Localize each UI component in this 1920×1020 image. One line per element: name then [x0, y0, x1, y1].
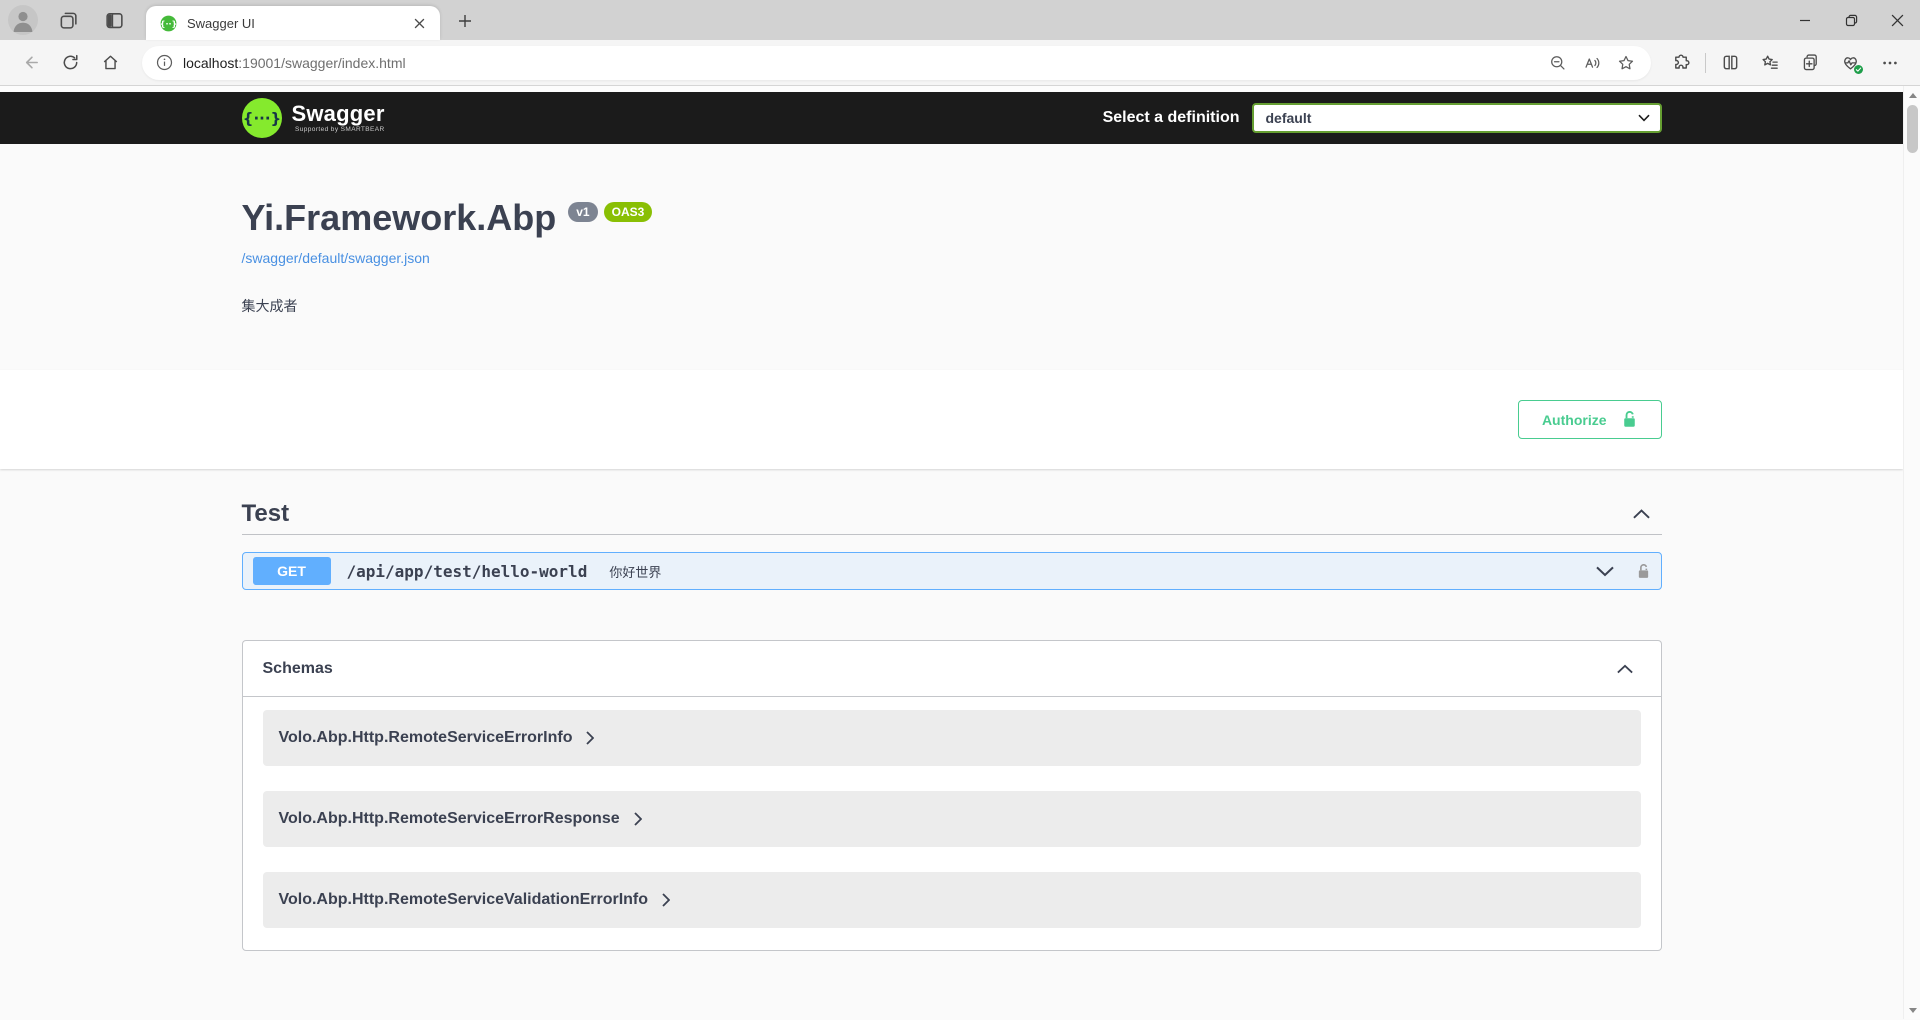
favorite-star-icon[interactable]: [1609, 48, 1643, 78]
api-description: 集大成者: [242, 296, 1662, 316]
browser-toolbar: localhost:19001/swagger/index.html: [0, 40, 1920, 86]
scheme-container: Authorize: [0, 370, 1903, 469]
definition-select-label: Select a definition: [1103, 109, 1240, 127]
schemas-section: Schemas Volo.Abp.Http.RemoteServiceError…: [242, 640, 1662, 951]
minimize-button[interactable]: [1782, 0, 1828, 40]
schemas-collapse-button[interactable]: [1605, 657, 1645, 681]
tag-section-header[interactable]: Test: [242, 500, 1662, 535]
toolbar-separator: [1705, 53, 1706, 73]
tab-actions-icon[interactable]: [98, 4, 130, 36]
authorize-label: Authorize: [1542, 412, 1607, 428]
swagger-logo-icon: {···}: [242, 98, 282, 138]
method-badge: GET: [253, 557, 331, 585]
scroll-down-button[interactable]: [1904, 1002, 1920, 1018]
oas3-badge: OAS3: [604, 202, 653, 222]
tag-name: Test: [242, 500, 290, 528]
url-text[interactable]: localhost:19001/swagger/index.html: [183, 55, 1541, 71]
select-chevron-down-icon: [1638, 114, 1650, 122]
workspaces-icon[interactable]: [52, 4, 84, 36]
definition-select[interactable]: default: [1252, 103, 1662, 133]
selected-definition: default: [1266, 110, 1312, 126]
page-scrollbar[interactable]: [1903, 86, 1920, 1019]
settings-menu-icon[interactable]: [1870, 45, 1910, 81]
svg-text:{··}: {··}: [160, 19, 177, 28]
chevron-right-icon: [662, 893, 670, 907]
back-button[interactable]: [10, 45, 50, 81]
chevron-right-icon: [586, 731, 594, 745]
spec-link[interactable]: /swagger/default/swagger.json: [242, 250, 430, 266]
version-badge: v1: [568, 202, 597, 222]
tab-close-icon[interactable]: [408, 12, 430, 34]
logo-tagline: Supported by SMARTBEAR: [295, 127, 385, 134]
collections-icon[interactable]: [1790, 45, 1830, 81]
zoom-out-icon[interactable]: [1541, 48, 1575, 78]
tab-title: Swagger UI: [187, 16, 408, 31]
omnibox[interactable]: localhost:19001/swagger/index.html: [142, 46, 1651, 80]
chevron-up-icon: [1633, 509, 1650, 519]
chevron-up-icon: [1617, 664, 1633, 674]
operation-expand-chevron-down-icon[interactable]: [1596, 566, 1614, 577]
operation-summary: 你好世界: [609, 562, 661, 581]
operation-path: /api/app/test/hello-world: [347, 562, 588, 581]
swagger-favicon-icon: {··}: [160, 15, 177, 32]
split-screen-icon[interactable]: [1710, 45, 1750, 81]
restore-button[interactable]: [1828, 0, 1874, 40]
browser-tab[interactable]: {··} Swagger UI: [146, 6, 440, 40]
url-host: localhost: [183, 55, 238, 71]
api-title: Yi.Framework.Abp: [242, 200, 557, 236]
extensions-icon[interactable]: [1661, 45, 1701, 81]
schemas-title: Schemas: [263, 660, 333, 678]
authorize-button[interactable]: Authorize: [1518, 400, 1662, 439]
logo-wordmark: Swagger: [292, 103, 385, 125]
tag-collapse-button[interactable]: [1622, 502, 1662, 526]
svg-text:{···}: {···}: [242, 110, 280, 128]
chevron-right-icon: [634, 812, 642, 826]
profile-avatar-icon[interactable]: [8, 5, 38, 35]
favorites-icon[interactable]: [1750, 45, 1790, 81]
model-name: Volo.Abp.Http.RemoteServiceValidationErr…: [279, 891, 649, 909]
new-tab-button[interactable]: [450, 6, 480, 36]
page-viewport: {···} Swagger Supported by SMARTBEAR Sel…: [0, 86, 1920, 1019]
schemas-header[interactable]: Schemas: [243, 641, 1661, 697]
api-info-section: Yi.Framework.Abp v1 OAS3 /swagger/defaul…: [0, 144, 1903, 370]
scroll-up-button[interactable]: [1904, 87, 1920, 103]
home-button[interactable]: [90, 45, 130, 81]
browser-title-bar: {··} Swagger UI: [0, 0, 1920, 40]
site-info-icon[interactable]: [156, 54, 173, 71]
read-aloud-icon[interactable]: [1575, 48, 1609, 78]
model-row[interactable]: Volo.Abp.Http.RemoteServiceErrorResponse: [263, 791, 1641, 847]
scrollbar-thumb[interactable]: [1907, 105, 1918, 153]
model-row[interactable]: Volo.Abp.Http.RemoteServiceErrorInfo: [263, 710, 1641, 766]
swagger-logo: {···} Swagger Supported by SMARTBEAR: [242, 98, 385, 138]
operation-row[interactable]: GET /api/app/test/hello-world 你好世界: [242, 552, 1662, 590]
url-rest: :19001/swagger/index.html: [238, 55, 405, 71]
operation-lock-icon[interactable]: [1636, 563, 1651, 580]
swagger-topbar: {···} Swagger Supported by SMARTBEAR Sel…: [0, 92, 1903, 144]
close-window-button[interactable]: [1874, 0, 1920, 40]
model-name: Volo.Abp.Http.RemoteServiceErrorResponse: [279, 810, 620, 828]
browser-essentials-icon[interactable]: [1830, 45, 1870, 81]
model-row[interactable]: Volo.Abp.Http.RemoteServiceValidationErr…: [263, 872, 1641, 928]
model-name: Volo.Abp.Http.RemoteServiceErrorInfo: [279, 729, 573, 747]
unlock-icon: [1621, 410, 1638, 429]
refresh-button[interactable]: [50, 45, 90, 81]
